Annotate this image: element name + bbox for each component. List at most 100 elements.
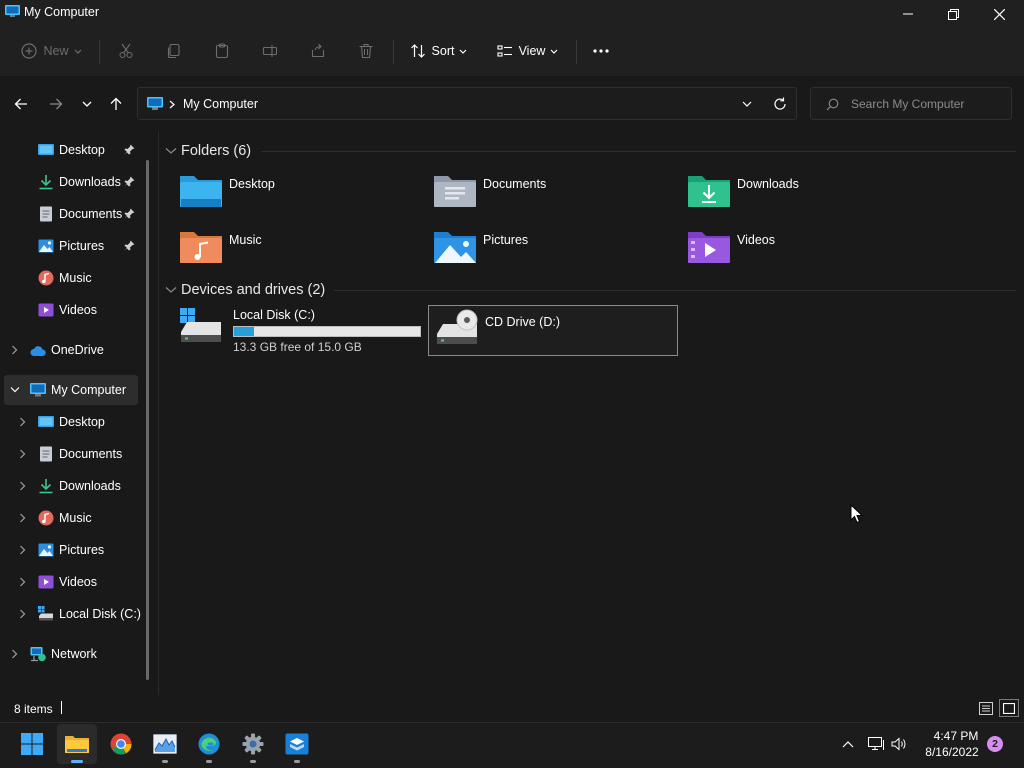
rename-button[interactable] (257, 38, 283, 64)
refresh-icon (774, 97, 786, 110)
refresh-button[interactable] (768, 92, 792, 116)
new-button[interactable]: New (18, 38, 86, 64)
expand-chevron-icon (20, 481, 26, 491)
file-explorer-icon (65, 736, 89, 753)
sidebar-item-pictures-pinned[interactable]: Pictures (0, 231, 136, 261)
folder-label: Downloads (737, 177, 799, 191)
sidebar-item-onedrive[interactable]: OneDrive (0, 335, 136, 365)
network-status-icon (867, 737, 884, 750)
sidebar-item-label: Network (51, 647, 97, 661)
volume-icon (891, 737, 906, 751)
folder-music[interactable]: Music (179, 227, 419, 273)
chevron-down-icon (742, 101, 752, 107)
clock-time[interactable]: 4:47 PM (924, 729, 988, 743)
pin-icon (124, 144, 135, 155)
taskbar-settings[interactable] (233, 724, 273, 764)
sidebar-item-local-disk[interactable]: Local Disk (C:) (0, 599, 141, 629)
cut-icon (119, 43, 133, 59)
music-folder-icon (180, 232, 222, 263)
sidebar-item-desktop-pinned[interactable]: Desktop (0, 135, 136, 165)
taskbar-task-manager[interactable] (145, 724, 185, 764)
more-options-button[interactable] (588, 38, 614, 64)
sidebar-item-videos[interactable]: Videos (0, 295, 136, 325)
recent-locations-button[interactable] (75, 92, 99, 116)
sort-label: Sort (431, 44, 455, 58)
folder-desktop[interactable]: Desktop (179, 171, 419, 217)
folders-group-header[interactable]: Folders (6) (165, 143, 251, 159)
taskbar-chrome[interactable] (101, 724, 141, 764)
back-button[interactable] (9, 92, 33, 116)
paste-icon (215, 43, 229, 59)
start-icon (21, 733, 43, 755)
status-bar: 8 items (0, 695, 1024, 722)
folder-videos[interactable]: Videos (687, 227, 927, 273)
sidebar-item-network[interactable]: Network (0, 639, 136, 669)
sort-button[interactable]: Sort (406, 38, 472, 64)
sidebar-item-my-computer[interactable]: My Computer (4, 375, 138, 405)
minimize-button[interactable] (885, 0, 931, 28)
sidebar-scrollbar[interactable] (146, 160, 149, 680)
show-hidden-icons-button[interactable] (838, 734, 858, 754)
taskbar-sandbox[interactable] (277, 724, 317, 764)
up-button[interactable] (104, 92, 128, 116)
running-indicator (294, 760, 300, 763)
sidebar-item-pictures[interactable]: Pictures (0, 535, 136, 565)
view-button[interactable]: View (493, 38, 563, 64)
folder-documents[interactable]: Documents (433, 171, 673, 217)
drive-cd[interactable]: CD Drive (D:) (428, 305, 678, 356)
folder-label: Music (229, 233, 262, 247)
cut-button[interactable] (113, 38, 139, 64)
notification-badge[interactable]: 2 (987, 736, 1003, 752)
devices-group-header[interactable]: Devices and drives (2) (165, 282, 325, 298)
volume-button[interactable] (889, 734, 911, 754)
sidebar-item-downloads-pinned[interactable]: Downloads (0, 167, 136, 197)
folder-label: Desktop (229, 177, 275, 191)
breadcrumb-location[interactable]: My Computer (183, 97, 258, 111)
view-label: View (518, 44, 546, 58)
documents-folder-icon (434, 176, 476, 207)
sidebar-item-music[interactable]: Music (0, 503, 136, 533)
address-bar[interactable]: My Computer (137, 87, 797, 120)
start-button[interactable] (12, 724, 52, 764)
copy-button[interactable] (161, 38, 187, 64)
paste-button[interactable] (209, 38, 235, 64)
my-computer-icon (5, 5, 20, 17)
sidebar-item-music[interactable]: Music (0, 263, 136, 293)
share-button[interactable] (305, 38, 331, 64)
drive-local-disk[interactable]: Local Disk (C:) 13.3 GB free of 15.0 GB (179, 306, 425, 356)
status-divider (61, 701, 62, 714)
search-placeholder: Search My Computer (851, 97, 965, 111)
delete-icon (359, 43, 373, 59)
task-manager-icon (153, 734, 177, 754)
expand-chevron-icon (20, 449, 26, 459)
up-arrow-icon (110, 97, 122, 110)
folder-pictures[interactable]: Pictures (433, 227, 673, 273)
my-computer-icon (30, 383, 46, 397)
taskbar-edge[interactable] (189, 724, 229, 764)
sidebar-item-desktop[interactable]: Desktop (0, 407, 136, 437)
new-label: New (43, 44, 69, 58)
clock-date[interactable]: 8/16/2022 (916, 745, 988, 759)
folder-downloads[interactable]: Downloads (687, 171, 927, 217)
close-button[interactable] (976, 0, 1022, 28)
sidebar-item-documents[interactable]: Documents (0, 439, 136, 469)
address-history-button[interactable] (736, 93, 758, 115)
tiles-view-button[interactable] (999, 699, 1019, 717)
details-view-button[interactable] (977, 699, 995, 717)
pin-icon (124, 240, 135, 251)
sandbox-icon (285, 733, 309, 755)
sidebar-item-documents-pinned[interactable]: Documents (0, 199, 136, 229)
documents-icon (40, 446, 52, 462)
sidebar-item-downloads[interactable]: Downloads (0, 471, 136, 501)
taskbar-file-explorer[interactable] (57, 724, 97, 764)
search-box[interactable]: Search My Computer (810, 87, 1012, 120)
music-icon (38, 510, 54, 526)
network-status-button[interactable] (866, 734, 886, 754)
delete-button[interactable] (353, 38, 379, 64)
forward-arrow-icon (50, 98, 63, 110)
forward-button[interactable] (44, 92, 68, 116)
restore-button[interactable] (930, 0, 976, 28)
devices-heading: Devices and drives (2) (181, 282, 326, 298)
sidebar-item-videos[interactable]: Videos (0, 567, 136, 597)
sidebar-item-label: Documents (59, 447, 123, 461)
